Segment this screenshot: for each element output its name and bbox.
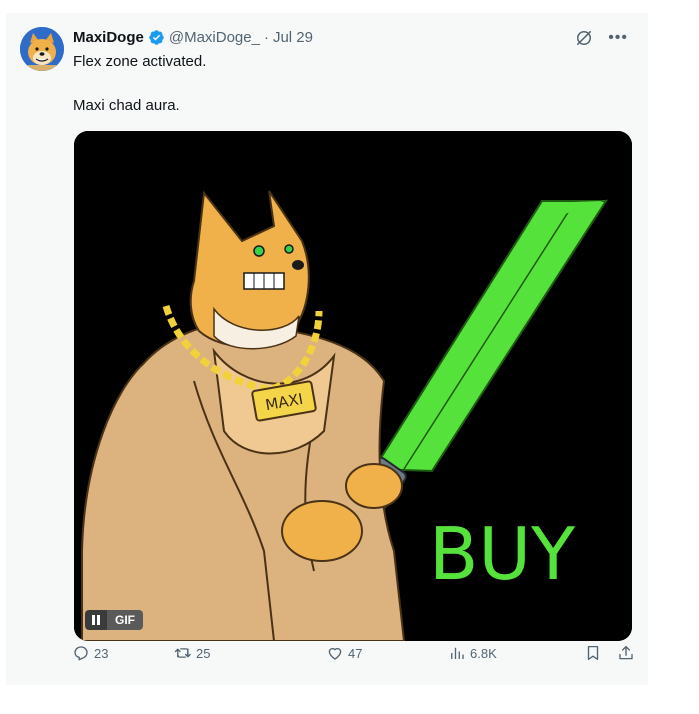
reply-button[interactable]: 23 bbox=[72, 644, 108, 662]
bookmark-icon bbox=[587, 645, 599, 661]
views-count: 6.8K bbox=[470, 645, 497, 661]
share-button[interactable] bbox=[617, 644, 635, 662]
avatar[interactable] bbox=[20, 27, 64, 71]
views-button[interactable]: 6.8K bbox=[448, 644, 497, 662]
post-date[interactable]: Jul 29 bbox=[273, 29, 313, 46]
buy-text: BUY bbox=[429, 512, 576, 596]
top-right-icons: ••• bbox=[574, 28, 628, 48]
share-icon bbox=[619, 645, 633, 660]
grok-icon[interactable] bbox=[574, 28, 594, 48]
reply-count: 23 bbox=[94, 645, 109, 661]
like-count: 47 bbox=[348, 645, 363, 661]
heart-icon bbox=[328, 647, 342, 660]
tweet-text-line1: Flex zone activated. bbox=[73, 53, 207, 70]
pause-icon[interactable] bbox=[85, 610, 107, 630]
reply-icon bbox=[74, 646, 88, 661]
separator: · bbox=[263, 29, 269, 46]
retweet-count: 25 bbox=[196, 645, 211, 661]
more-icon[interactable]: ••• bbox=[608, 29, 628, 47]
like-button[interactable]: 47 bbox=[326, 644, 362, 662]
gif-label: GIF bbox=[107, 610, 143, 630]
verified-badge-icon bbox=[149, 30, 164, 45]
tweet-text-line2: Maxi chad aura. bbox=[73, 97, 180, 114]
bookmark-button[interactable] bbox=[584, 644, 602, 662]
author-name[interactable]: MaxiDoge bbox=[73, 29, 144, 46]
tweet-card[interactable]: MaxiDoge @MaxiDoge_ · Jul 29 ••• Flex zo… bbox=[6, 13, 648, 685]
gif-badge[interactable]: GIF bbox=[85, 610, 143, 630]
gif-media[interactable]: MAXI BUY GIF bbox=[74, 131, 632, 641]
retweet-icon bbox=[174, 648, 191, 658]
author-handle[interactable]: @MaxiDoge_ bbox=[169, 29, 260, 46]
views-icon bbox=[451, 647, 464, 659]
doge-gif-illustration: MAXI BUY bbox=[74, 131, 632, 641]
tweet-header: MaxiDoge @MaxiDoge_ · Jul 29 bbox=[73, 29, 313, 46]
doge-avatar-icon bbox=[20, 27, 64, 71]
retweet-button[interactable]: 25 bbox=[174, 644, 210, 662]
